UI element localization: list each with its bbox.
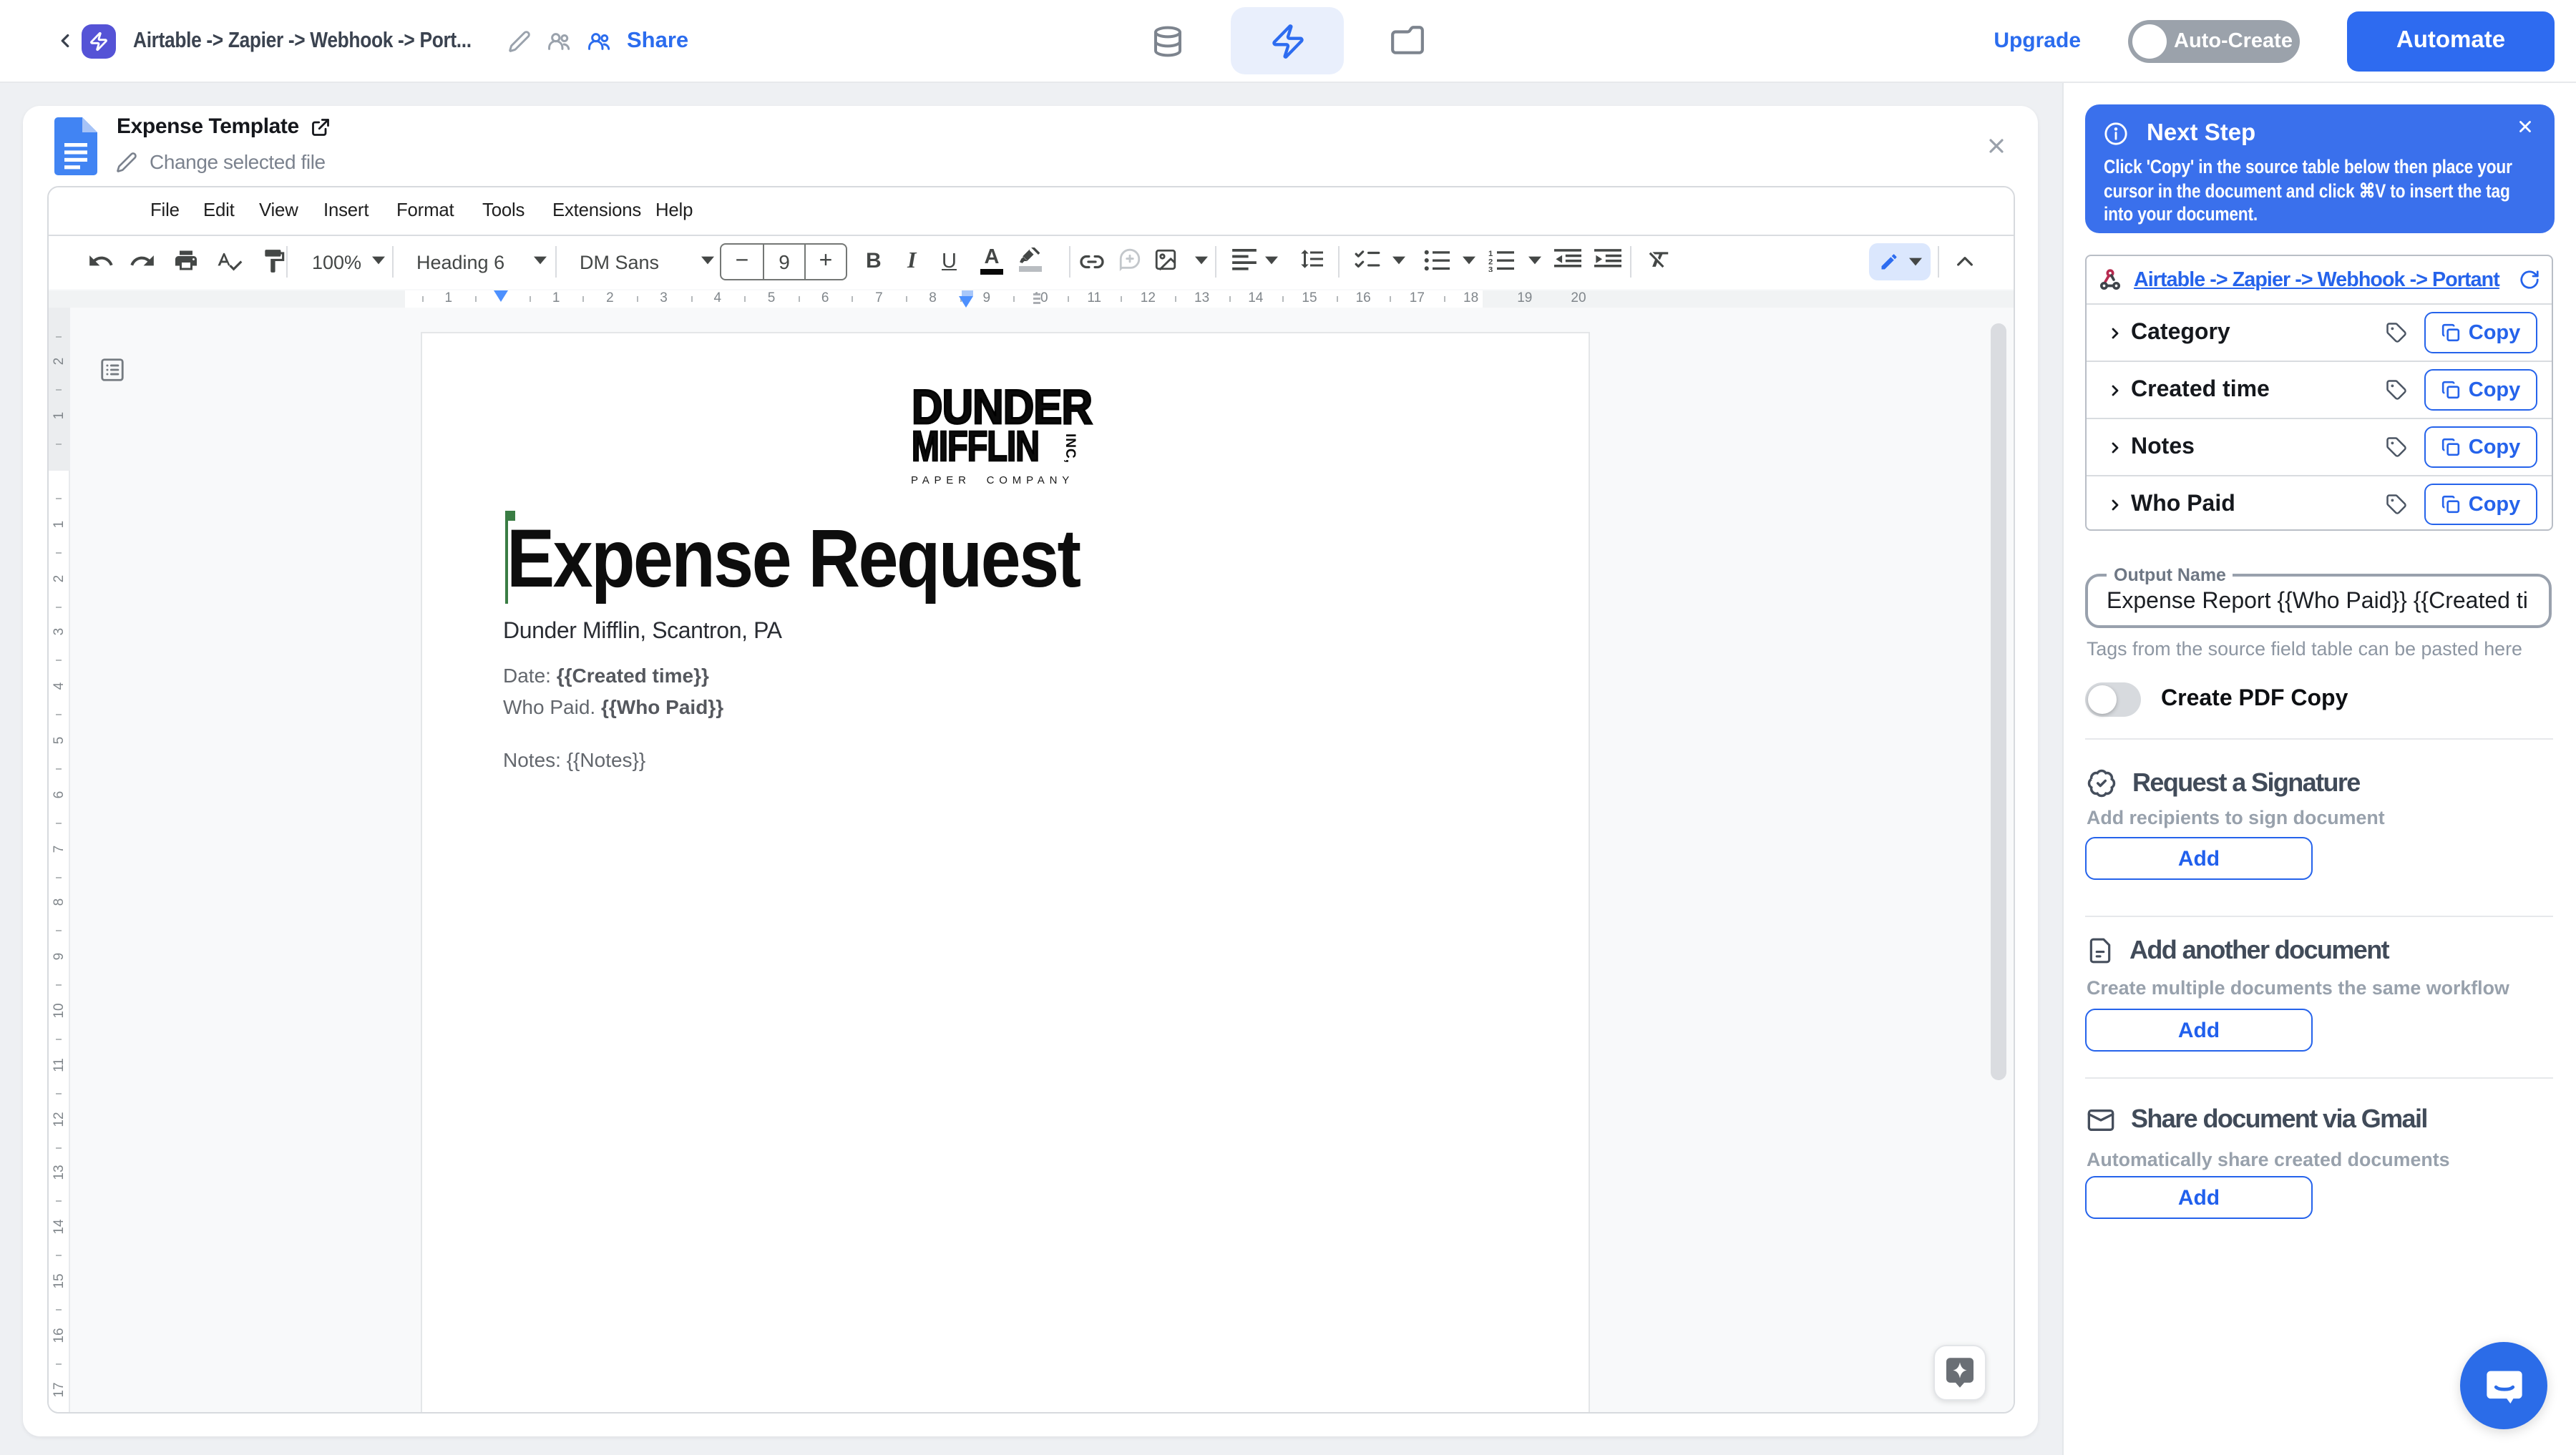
svg-text:1: 1 bbox=[1488, 250, 1493, 258]
svg-text:2: 2 bbox=[1488, 258, 1493, 266]
svg-text:3: 3 bbox=[1488, 266, 1493, 273]
